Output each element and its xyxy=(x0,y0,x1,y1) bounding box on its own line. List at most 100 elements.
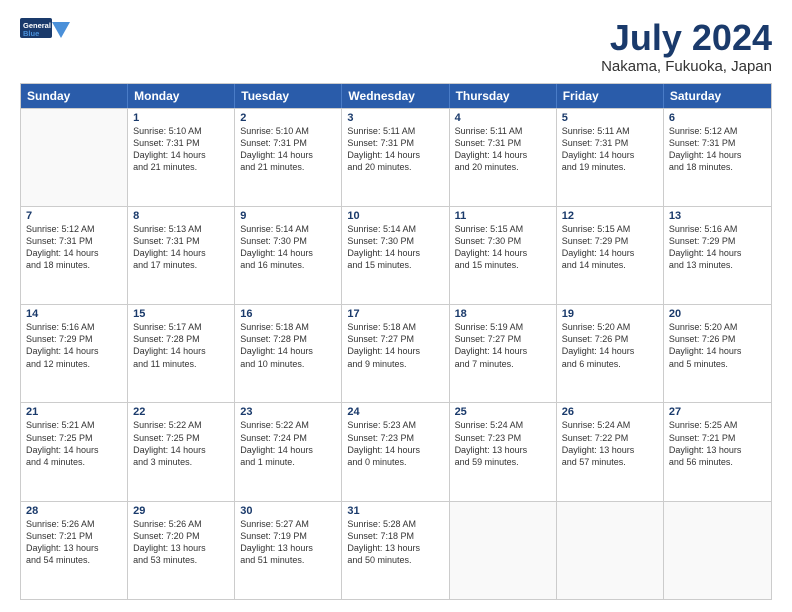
day-number: 4 xyxy=(455,112,551,124)
cell-info-line: Sunrise: 5:14 AM xyxy=(240,223,336,235)
empty-cell xyxy=(557,502,664,599)
cell-info-line: and 9 minutes. xyxy=(347,358,443,370)
day-cell-10: 10Sunrise: 5:14 AMSunset: 7:30 PMDayligh… xyxy=(342,207,449,304)
cell-info-line: Sunset: 7:22 PM xyxy=(562,432,658,444)
cell-info-line: Sunset: 7:30 PM xyxy=(347,235,443,247)
header-day-thursday: Thursday xyxy=(450,84,557,108)
cell-info-line: and 7 minutes. xyxy=(455,358,551,370)
subtitle: Nakama, Fukuoka, Japan xyxy=(601,58,772,75)
day-cell-27: 27Sunrise: 5:25 AMSunset: 7:21 PMDayligh… xyxy=(664,403,771,500)
cell-info-line: Daylight: 14 hours xyxy=(562,149,658,161)
cell-info-line: Sunrise: 5:16 AM xyxy=(669,223,766,235)
day-cell-31: 31Sunrise: 5:28 AMSunset: 7:18 PMDayligh… xyxy=(342,502,449,599)
cell-info-line: and 18 minutes. xyxy=(26,259,122,271)
cell-info-line: Sunset: 7:25 PM xyxy=(133,432,229,444)
cell-info-line: Sunrise: 5:26 AM xyxy=(26,518,122,530)
cell-info-line: Sunset: 7:23 PM xyxy=(455,432,551,444)
day-cell-13: 13Sunrise: 5:16 AMSunset: 7:29 PMDayligh… xyxy=(664,207,771,304)
day-cell-12: 12Sunrise: 5:15 AMSunset: 7:29 PMDayligh… xyxy=(557,207,664,304)
empty-cell xyxy=(21,109,128,206)
day-cell-24: 24Sunrise: 5:23 AMSunset: 7:23 PMDayligh… xyxy=(342,403,449,500)
cell-info-line: Sunset: 7:28 PM xyxy=(240,333,336,345)
cell-info-line: Sunrise: 5:21 AM xyxy=(26,419,122,431)
cell-info-line: and 19 minutes. xyxy=(562,161,658,173)
cell-info-line: Sunrise: 5:13 AM xyxy=(133,223,229,235)
cell-info-line: Sunset: 7:31 PM xyxy=(133,137,229,149)
cell-info-line: Sunrise: 5:18 AM xyxy=(240,321,336,333)
day-number: 10 xyxy=(347,210,443,222)
day-cell-8: 8Sunrise: 5:13 AMSunset: 7:31 PMDaylight… xyxy=(128,207,235,304)
day-number: 20 xyxy=(669,308,766,320)
day-cell-7: 7Sunrise: 5:12 AMSunset: 7:31 PMDaylight… xyxy=(21,207,128,304)
cell-info-line: Sunrise: 5:15 AM xyxy=(455,223,551,235)
cell-info-line: and 51 minutes. xyxy=(240,554,336,566)
empty-cell xyxy=(664,502,771,599)
main-title: July 2024 xyxy=(601,18,772,58)
header-day-tuesday: Tuesday xyxy=(235,84,342,108)
cell-info-line: and 11 minutes. xyxy=(133,358,229,370)
cell-info-line: and 21 minutes. xyxy=(133,161,229,173)
cell-info-line: Daylight: 14 hours xyxy=(347,444,443,456)
cell-info-line: Sunrise: 5:10 AM xyxy=(133,125,229,137)
day-number: 28 xyxy=(26,505,122,517)
day-number: 8 xyxy=(133,210,229,222)
cell-info-line: Daylight: 14 hours xyxy=(133,149,229,161)
cell-info-line: and 57 minutes. xyxy=(562,456,658,468)
day-cell-18: 18Sunrise: 5:19 AMSunset: 7:27 PMDayligh… xyxy=(450,305,557,402)
cell-info-line: Daylight: 13 hours xyxy=(133,542,229,554)
day-cell-20: 20Sunrise: 5:20 AMSunset: 7:26 PMDayligh… xyxy=(664,305,771,402)
day-number: 22 xyxy=(133,406,229,418)
day-number: 1 xyxy=(133,112,229,124)
cell-info-line: and 56 minutes. xyxy=(669,456,766,468)
day-number: 15 xyxy=(133,308,229,320)
cell-info-line: and 16 minutes. xyxy=(240,259,336,271)
day-number: 13 xyxy=(669,210,766,222)
day-number: 2 xyxy=(240,112,336,124)
cell-info-line: Sunset: 7:29 PM xyxy=(562,235,658,247)
cell-info-line: Sunrise: 5:19 AM xyxy=(455,321,551,333)
cell-info-line: Sunrise: 5:22 AM xyxy=(133,419,229,431)
day-number: 5 xyxy=(562,112,658,124)
cell-info-line: and 12 minutes. xyxy=(26,358,122,370)
cell-info-line: Sunset: 7:18 PM xyxy=(347,530,443,542)
cell-info-line: Daylight: 14 hours xyxy=(562,345,658,357)
cell-info-line: Daylight: 14 hours xyxy=(26,345,122,357)
cell-info-line: Sunset: 7:27 PM xyxy=(455,333,551,345)
cell-info-line: Sunset: 7:31 PM xyxy=(347,137,443,149)
day-cell-5: 5Sunrise: 5:11 AMSunset: 7:31 PMDaylight… xyxy=(557,109,664,206)
day-cell-25: 25Sunrise: 5:24 AMSunset: 7:23 PMDayligh… xyxy=(450,403,557,500)
cell-info-line: Daylight: 13 hours xyxy=(562,444,658,456)
cell-info-line: Daylight: 13 hours xyxy=(26,542,122,554)
cell-info-line: Sunset: 7:31 PM xyxy=(240,137,336,149)
cell-info-line: and 18 minutes. xyxy=(669,161,766,173)
day-cell-9: 9Sunrise: 5:14 AMSunset: 7:30 PMDaylight… xyxy=(235,207,342,304)
day-cell-3: 3Sunrise: 5:11 AMSunset: 7:31 PMDaylight… xyxy=(342,109,449,206)
day-number: 3 xyxy=(347,112,443,124)
day-cell-16: 16Sunrise: 5:18 AMSunset: 7:28 PMDayligh… xyxy=(235,305,342,402)
cell-info-line: and 20 minutes. xyxy=(455,161,551,173)
cell-info-line: and 6 minutes. xyxy=(562,358,658,370)
cell-info-line: Sunrise: 5:12 AM xyxy=(669,125,766,137)
cell-info-line: Sunrise: 5:24 AM xyxy=(455,419,551,431)
cell-info-line: Sunrise: 5:11 AM xyxy=(455,125,551,137)
cell-info-line: Sunset: 7:28 PM xyxy=(133,333,229,345)
calendar: SundayMondayTuesdayWednesdayThursdayFrid… xyxy=(20,83,772,600)
week-row-0: 1Sunrise: 5:10 AMSunset: 7:31 PMDaylight… xyxy=(21,108,771,206)
cell-info-line: Daylight: 13 hours xyxy=(455,444,551,456)
cell-info-line: Daylight: 14 hours xyxy=(133,444,229,456)
cell-info-line: and 13 minutes. xyxy=(669,259,766,271)
cell-info-line: and 59 minutes. xyxy=(455,456,551,468)
cell-info-line: Sunset: 7:31 PM xyxy=(669,137,766,149)
day-cell-17: 17Sunrise: 5:18 AMSunset: 7:27 PMDayligh… xyxy=(342,305,449,402)
week-row-3: 21Sunrise: 5:21 AMSunset: 7:25 PMDayligh… xyxy=(21,402,771,500)
cell-info-line: Sunrise: 5:20 AM xyxy=(669,321,766,333)
cell-info-line: and 3 minutes. xyxy=(133,456,229,468)
cell-info-line: Daylight: 14 hours xyxy=(455,247,551,259)
day-cell-30: 30Sunrise: 5:27 AMSunset: 7:19 PMDayligh… xyxy=(235,502,342,599)
day-number: 27 xyxy=(669,406,766,418)
cell-info-line: and 50 minutes. xyxy=(347,554,443,566)
cell-info-line: Daylight: 14 hours xyxy=(240,444,336,456)
day-number: 23 xyxy=(240,406,336,418)
cell-info-line: Sunrise: 5:17 AM xyxy=(133,321,229,333)
day-cell-26: 26Sunrise: 5:24 AMSunset: 7:22 PMDayligh… xyxy=(557,403,664,500)
